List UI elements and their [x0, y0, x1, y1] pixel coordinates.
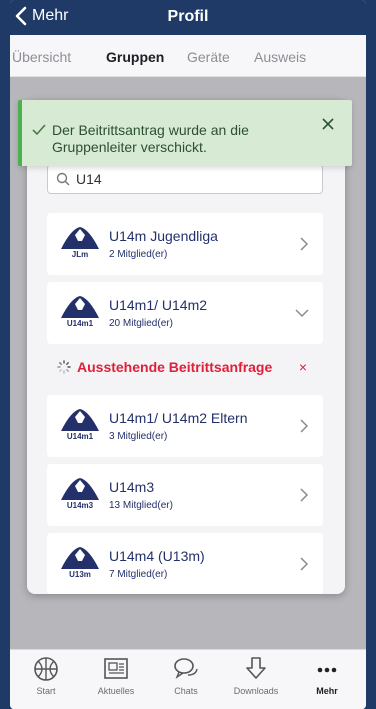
nav-label: Mehr [316, 686, 338, 696]
close-icon[interactable] [322, 118, 334, 130]
group-logo-icon: U13m [61, 547, 99, 579]
group-logo-icon: JLm [61, 227, 99, 259]
group-logo-text: U14m1 [67, 319, 94, 328]
group-name: U14m1/ U14m2 [109, 297, 208, 313]
group-name: U14m3 [109, 479, 155, 495]
chevron-right-icon [300, 419, 309, 433]
chevron-right-icon [300, 557, 309, 571]
nav-downloads[interactable]: Downloads [223, 656, 289, 696]
group-logo-text: U14m1 [67, 432, 94, 441]
page-title: Profil [167, 8, 209, 25]
nav-label: Start [36, 686, 56, 696]
group-name: U14m Jugendliga [109, 228, 218, 244]
group-member-count: 20 Mitglied(er) [109, 318, 173, 329]
nav-label: Aktuelles [97, 686, 135, 696]
group-member-count: 13 Mitglied(er) [109, 500, 173, 511]
chat-bubbles-icon [174, 658, 198, 679]
group-card[interactable]: U14m3 U14m3 13 Mitglied(er) [47, 464, 323, 526]
search-icon [56, 172, 70, 186]
more-dots-icon [317, 667, 337, 673]
group-card[interactable]: JLm U14m Jugendliga 2 Mitglied(er) [47, 213, 323, 275]
search-input[interactable]: U14 [47, 164, 323, 194]
group-logo-icon: U14m3 [61, 478, 99, 510]
tab-ausweis[interactable]: Ausweis [254, 49, 306, 65]
tab-uebersicht[interactable]: Übersicht [12, 49, 71, 65]
nav-aktuelles[interactable]: Aktuelles [83, 656, 149, 696]
group-logo-text: U14m3 [67, 501, 94, 510]
group-logo-text: U13m [69, 570, 91, 579]
group-search-modal: U14 JLm U14m Jugendliga 2 Mitglied(er) U… [27, 100, 345, 594]
group-member-count: 7 Mitglied(er) [109, 569, 168, 580]
bottom-navigation: Start Aktuelles Chats Downloads Mehr [10, 649, 366, 709]
chevron-down-icon [295, 309, 309, 318]
success-toast: Der Beitrittsantrag wurde an die Gruppen… [18, 100, 352, 166]
group-member-count: 2 Mitglied(er) [109, 249, 168, 260]
group-logo-icon: U14m1 [61, 296, 99, 328]
group-name: U14m1/ U14m2 Eltern [109, 410, 248, 426]
group-card[interactable]: U13m U14m4 (U13m) 7 Mitglied(er) [47, 533, 323, 594]
chevron-right-icon [300, 488, 309, 502]
tab-gruppen[interactable]: Gruppen [106, 49, 164, 65]
pending-request-label: Ausstehende Beitrittsanfrage [77, 359, 273, 375]
top-bar: Mehr Profil [10, 0, 366, 35]
download-icon [246, 657, 266, 679]
newspaper-icon [104, 658, 128, 679]
nav-label: Chats [174, 686, 198, 696]
group-member-count: 3 Mitglied(er) [109, 431, 168, 442]
chevron-right-icon [300, 237, 309, 251]
tab-bar: Übersicht Gruppen Geräte Ausweis [10, 35, 366, 77]
group-logo-icon: U14m1 [61, 409, 99, 441]
nav-label: Downloads [233, 686, 279, 696]
checkmark-icon [32, 124, 46, 136]
basketball-icon [34, 657, 58, 681]
group-name: U14m4 (U13m) [109, 548, 205, 564]
tab-geraete[interactable]: Geräte [187, 49, 230, 65]
spinner-icon [57, 360, 71, 374]
toast-message: Der Beitrittsantrag wurde an die Gruppen… [52, 122, 249, 155]
nav-mehr[interactable]: Mehr [294, 656, 360, 696]
cancel-request-button[interactable]: × [299, 359, 307, 375]
nav-start[interactable]: Start [13, 656, 79, 696]
group-logo-text: JLm [72, 250, 88, 259]
group-card[interactable]: U14m1 U14m1/ U14m2 20 Mitglied(er) [47, 282, 323, 344]
search-value: U14 [76, 171, 102, 187]
nav-chats[interactable]: Chats [153, 656, 219, 696]
group-card[interactable]: U14m1 U14m1/ U14m2 Eltern 3 Mitglied(er) [47, 395, 323, 457]
pending-request-row: Ausstehende Beitrittsanfrage × [47, 350, 323, 384]
